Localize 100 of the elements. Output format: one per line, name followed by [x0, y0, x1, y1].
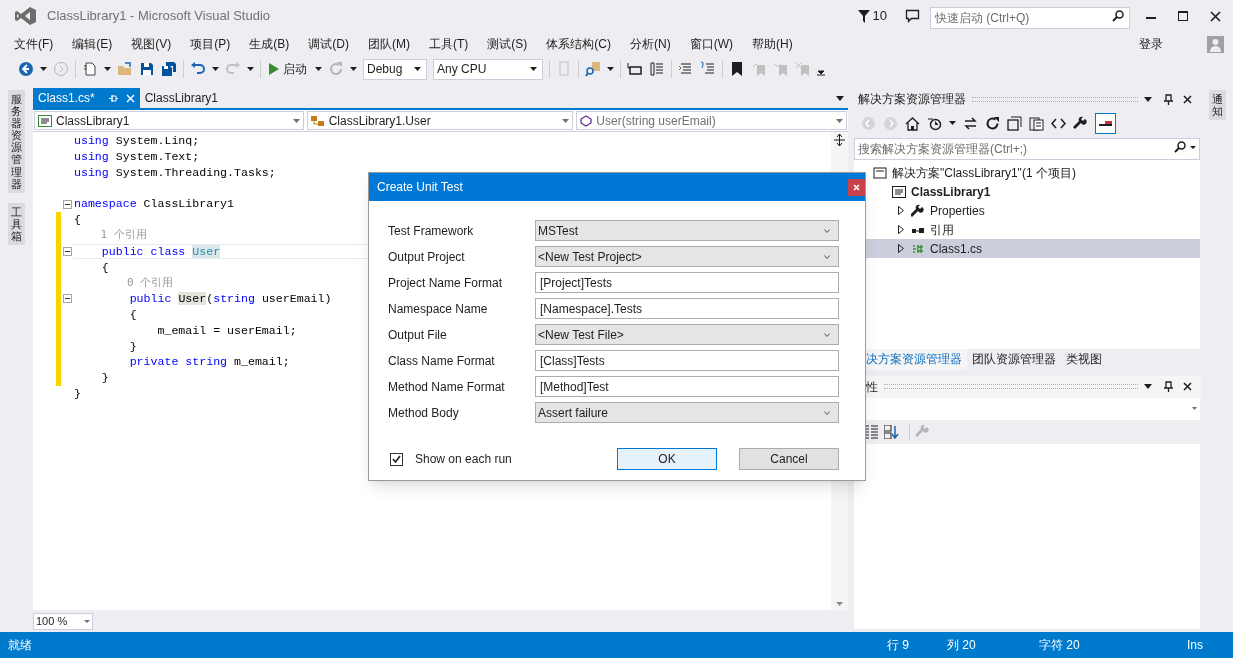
dialog-button[interactable]: OK [617, 448, 717, 470]
save-all-icon[interactable] [161, 61, 177, 77]
menu-item[interactable]: 编辑(E) [72, 35, 113, 53]
side-tab[interactable]: 服务器资源管理器 [8, 90, 25, 193]
categorized-icon[interactable] [866, 424, 878, 439]
back-icon[interactable] [18, 61, 34, 77]
tree-row[interactable]: ClassLibrary1 [854, 182, 1200, 201]
side-tab[interactable]: 工具箱 [8, 202, 25, 246]
menu-item[interactable]: 体系结构(C) [546, 35, 611, 53]
undo-icon[interactable] [190, 61, 206, 77]
panel-tab[interactable]: 类视图 [1061, 348, 1107, 370]
dropdown[interactable]: <New Test Project> [535, 246, 839, 267]
scroll-down-icon[interactable] [836, 602, 843, 606]
comment-icon[interactable] [678, 61, 694, 77]
collapsed-icon[interactable] [898, 206, 904, 215]
collapsed-icon[interactable] [898, 244, 904, 253]
navigation-dropdown[interactable]: User(string userEmail) [576, 111, 847, 130]
tree-item-label[interactable]: Class1.cs [930, 239, 982, 258]
sign-in-link[interactable]: 登录 [1139, 35, 1163, 53]
show-files-icon[interactable] [1029, 115, 1044, 131]
menu-item[interactable]: 文件(F) [14, 35, 54, 53]
menu-item[interactable]: 生成(B) [249, 35, 290, 53]
side-tab[interactable]: 通知 [1208, 90, 1226, 121]
sync-icon[interactable] [963, 115, 978, 131]
menu-item[interactable]: 工具(T) [429, 35, 469, 53]
menu-item[interactable]: 帮助(H) [752, 35, 793, 53]
caret-icon[interactable] [1144, 384, 1152, 389]
collapsed-icon[interactable] [898, 225, 904, 234]
checkbox-label[interactable]: Show on each run [415, 450, 512, 468]
collapse-icon[interactable] [62, 294, 72, 304]
tree-item-label[interactable]: Properties [930, 201, 985, 220]
caret-icon[interactable] [836, 96, 844, 101]
configuration-dropdown[interactable]: Debug [363, 58, 427, 80]
overflow-icon[interactable] [817, 69, 825, 77]
class-view-icon[interactable] [627, 61, 643, 77]
caret-icon[interactable] [350, 67, 357, 71]
tree-row[interactable]: Properties [854, 201, 1200, 220]
caret-icon[interactable] [212, 67, 219, 71]
platform-dropdown[interactable]: Any CPU [433, 58, 543, 80]
navigation-dropdown[interactable]: ClassLibrary1 [34, 111, 304, 130]
pin-icon[interactable] [1164, 93, 1173, 105]
tree-row[interactable]: 引用 [854, 220, 1200, 239]
editor-tab[interactable]: ClassLibrary1 [139, 88, 224, 108]
split-handle-icon[interactable] [834, 134, 845, 146]
zoom-dropdown[interactable]: 100 % [33, 612, 93, 630]
tree-item-label[interactable]: ClassLibrary1 [911, 182, 991, 201]
save-icon[interactable] [139, 61, 155, 77]
tree-item-label[interactable]: 引用 [930, 220, 954, 239]
uncomment-icon[interactable] [700, 61, 716, 77]
text-field[interactable]: [Method]Test [535, 376, 839, 397]
open-folder-icon[interactable] [117, 61, 133, 77]
find-icon[interactable] [585, 61, 601, 77]
menu-item[interactable]: 视图(V) [131, 35, 172, 53]
pin-icon[interactable] [1164, 381, 1173, 392]
feedback-icon[interactable] [905, 8, 920, 24]
sort-alphabetical-icon[interactable] [884, 424, 899, 439]
close-icon[interactable] [1210, 10, 1221, 22]
home-icon[interactable] [905, 115, 920, 131]
quick-launch-field[interactable]: 快速启动 (Ctrl+Q) [930, 7, 1130, 29]
tree-item-label[interactable]: 解决方案"ClassLibrary1"(1 个项目) [892, 163, 1076, 182]
text-field[interactable]: [Project]Tests [535, 272, 839, 293]
close-icon[interactable] [1183, 94, 1192, 104]
caret-icon[interactable] [104, 67, 111, 71]
start-button[interactable]: 启动 [267, 59, 309, 79]
menu-item[interactable]: 调试(D) [308, 35, 349, 53]
notification-count[interactable]: 10 [872, 6, 887, 26]
preview-toggle[interactable] [1095, 112, 1116, 134]
text-field[interactable]: [Namespace].Tests [535, 298, 839, 319]
menu-item[interactable]: 窗口(W) [689, 35, 733, 53]
dropdown[interactable]: Assert failure [535, 402, 839, 423]
wrench-icon[interactable] [1073, 115, 1088, 131]
search-field[interactable]: 搜索解决方案资源管理器(Ctrl+;) [854, 138, 1200, 160]
caret-icon[interactable] [40, 67, 47, 71]
menu-item[interactable]: 分析(N) [630, 35, 671, 53]
history-icon[interactable] [927, 115, 942, 131]
tree-row[interactable]: 解决方案"ClassLibrary1"(1 个项目) [854, 163, 1200, 182]
menu-item[interactable]: 项目(P) [190, 35, 231, 53]
checkbox[interactable] [390, 452, 403, 466]
filter-icon[interactable] [857, 9, 870, 23]
dialog-button[interactable]: Cancel [739, 448, 839, 470]
dropdown[interactable]: <New Test File> [535, 324, 839, 345]
collapse-all-icon[interactable] [1007, 115, 1022, 131]
dropdown[interactable]: MSTest [535, 220, 839, 241]
caret-icon[interactable] [949, 121, 956, 125]
text-field[interactable]: [Class]Tests [535, 350, 839, 371]
refresh-icon[interactable] [985, 115, 1000, 131]
caret-icon[interactable] [607, 67, 614, 71]
menu-item[interactable]: 测试(S) [487, 35, 528, 53]
navigation-dropdown[interactable]: ClassLibrary1.User [306, 111, 574, 130]
caret-icon[interactable] [247, 67, 254, 71]
list-icon[interactable] [649, 61, 665, 77]
new-item-icon[interactable] [82, 61, 98, 77]
collapse-icon[interactable] [62, 199, 72, 209]
menu-item[interactable]: 团队(M) [368, 35, 410, 53]
close-icon[interactable] [1183, 382, 1192, 391]
panel-tab[interactable]: 团队资源管理器 [967, 348, 1061, 370]
caret-icon[interactable] [315, 67, 322, 71]
collapse-icon[interactable] [62, 246, 72, 256]
caret-icon[interactable] [1144, 96, 1152, 102]
close-button[interactable] [848, 178, 865, 196]
